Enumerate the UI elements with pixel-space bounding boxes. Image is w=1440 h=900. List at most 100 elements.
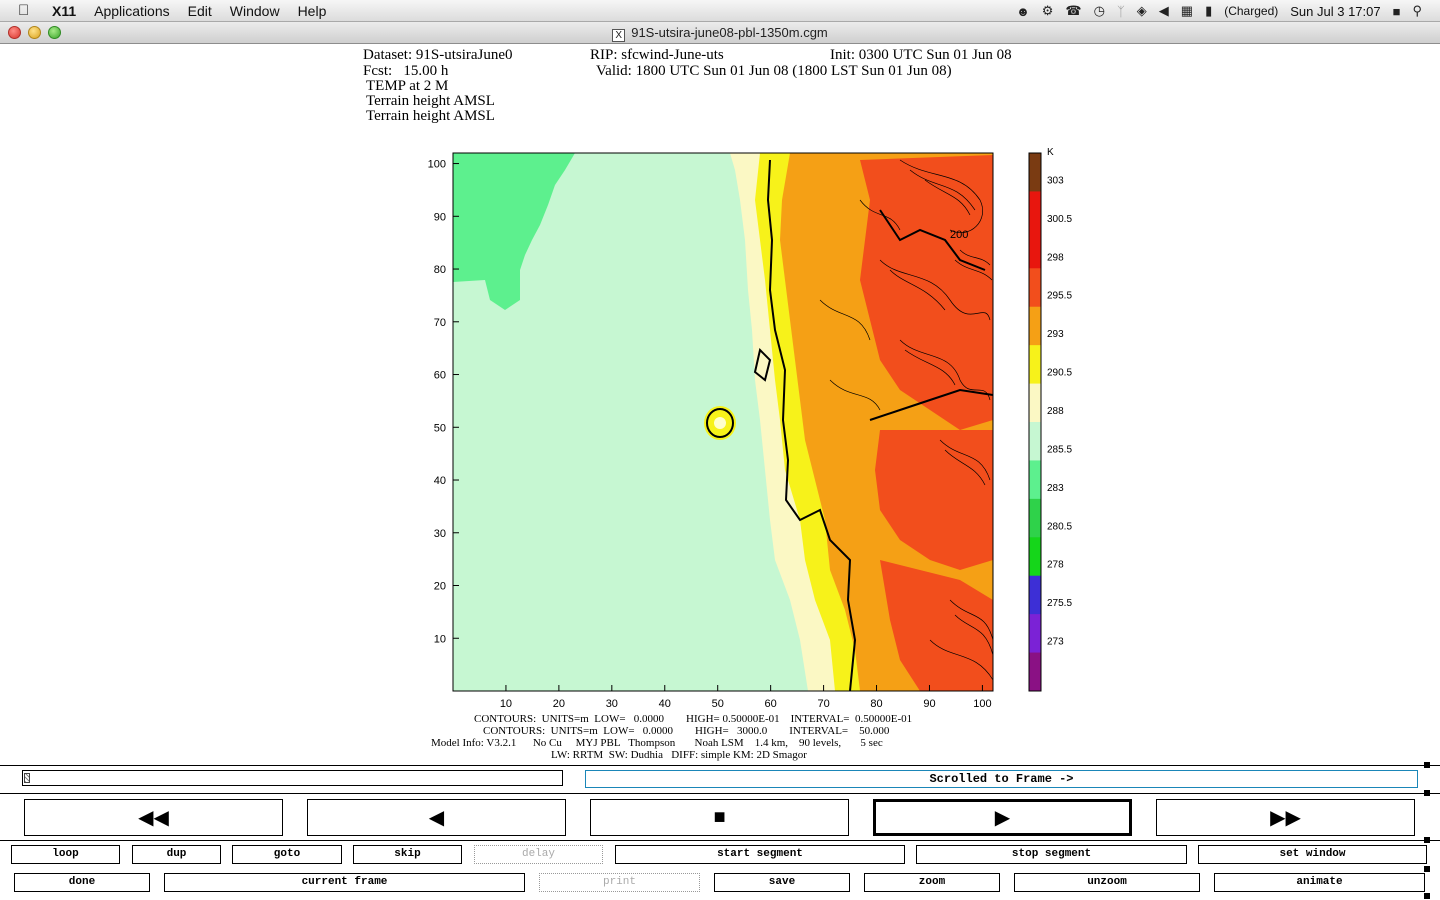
fast-forward-icon: ▶▶	[1270, 807, 1301, 829]
stop-segment-button[interactable]: stop segment	[916, 845, 1187, 864]
x-tick-label: 10	[500, 698, 512, 710]
apple-menu-icon[interactable]: 	[18, 2, 36, 19]
wifi-icon[interactable]: ◈	[1137, 3, 1147, 19]
clock[interactable]: Sun Jul 3 17:07	[1290, 4, 1380, 19]
y-tick-label: 90	[434, 211, 446, 223]
colorbar-tick-label: 280.5	[1047, 521, 1072, 532]
stop-icon: ■	[713, 806, 726, 828]
footer-physics: LW: RRTM SW: Dudhia DIFF: simple KM: 2D …	[551, 749, 807, 761]
colorbar-tick-label: 298	[1047, 252, 1064, 263]
unzoom-button[interactable]: unzoom	[1014, 873, 1200, 892]
calendar-icon[interactable]: ▦	[1181, 3, 1193, 19]
spotlight-search-icon[interactable]: ⚲	[1412, 3, 1422, 19]
contour-label: 200	[950, 229, 968, 241]
resize-handle[interactable]	[1424, 790, 1430, 796]
print-button[interactable]: print	[539, 873, 700, 892]
divider-2	[0, 793, 1440, 794]
y-tick-label: 80	[434, 264, 446, 276]
divider-3	[0, 840, 1440, 841]
colorbar-swatch	[1029, 614, 1041, 654]
stop-button[interactable]: ■	[590, 799, 849, 836]
menu-applications[interactable]: Applications	[94, 3, 170, 19]
x-tick-label: 60	[765, 698, 777, 710]
step-back-button[interactable]: ◀	[307, 799, 566, 836]
x-tick-label: 80	[870, 698, 882, 710]
colorbar-swatch	[1029, 229, 1041, 269]
delay-button[interactable]: delay	[474, 845, 603, 864]
temperature-map-plot: 200 10 20 30 40 50 60 70 80 90 100 10 20 30 40 50 60 70…	[428, 147, 1073, 710]
menu-edit[interactable]: Edit	[188, 3, 212, 19]
menu-window[interactable]: Window	[230, 3, 280, 19]
y-tick-label: 10	[434, 633, 446, 645]
y-tick-label: 40	[434, 475, 446, 487]
alien-icon[interactable]: ☻	[1016, 4, 1030, 19]
map-field: 200	[453, 153, 993, 691]
menubar:  X11 Applications Edit Window Help ☻ ⚙ …	[0, 0, 1440, 22]
fast-backward-icon: ◀◀	[138, 807, 169, 829]
y-tick-label: 100	[428, 159, 446, 171]
x-tick-label: 90	[923, 698, 935, 710]
fast-forward-button[interactable]: ▶▶	[1156, 799, 1415, 836]
volume-icon[interactable]: ◀	[1159, 3, 1169, 19]
colorbar-tick-label: 303	[1047, 175, 1064, 186]
colorbar-tick-label: 283	[1047, 483, 1064, 494]
footer-model-info: Model Info: V3.2.1 No Cu MYJ PBL Thompso…	[431, 737, 883, 749]
time-machine-icon[interactable]: ◷	[1094, 3, 1105, 19]
battery-icon[interactable]: ▮	[1205, 3, 1212, 19]
window-title: X 91S-utsira-june08-pbl-1350m.cgm	[0, 25, 1440, 42]
play-button[interactable]: ▶	[873, 799, 1132, 836]
colorbar-tick-label: 293	[1047, 329, 1064, 340]
user-icon[interactable]: ■	[1393, 4, 1401, 19]
animate-button[interactable]: animate	[1214, 873, 1425, 892]
rewind-button[interactable]: ◀◀	[24, 799, 283, 836]
goto-button[interactable]: goto	[232, 845, 342, 864]
colorbar: 303 300.5 298 295.5 293 290.5 288 285.5 283 280.5…	[1028, 152, 1072, 692]
scrollbar-thumb[interactable]	[24, 773, 30, 783]
resize-handle[interactable]	[1424, 893, 1430, 899]
status-field: Scrolled to Frame ->	[585, 770, 1418, 788]
colorbar-tick-label: 278	[1047, 560, 1064, 571]
antenna-icon[interactable]: ⚙	[1042, 3, 1054, 19]
colorbar-tick-label: 275.5	[1047, 598, 1072, 609]
set-window-button[interactable]: set window	[1198, 845, 1427, 864]
resize-handle[interactable]	[1424, 762, 1430, 768]
divider-1	[0, 765, 1440, 766]
resize-handle[interactable]	[1424, 837, 1430, 843]
skip-button[interactable]: skip	[353, 845, 462, 864]
colorbar-tick-label: 285.5	[1047, 444, 1072, 455]
colorbar-swatch	[1029, 153, 1041, 192]
x-tick-label: 50	[712, 698, 724, 710]
start-segment-button[interactable]: start segment	[615, 845, 905, 864]
current-frame-button[interactable]: current frame	[164, 873, 525, 892]
y-tick-label: 70	[434, 317, 446, 329]
x11-icon: X	[612, 29, 626, 42]
window-titlebar[interactable]: X 91S-utsira-june08-pbl-1350m.cgm	[0, 22, 1440, 44]
footer-contours-1: CONTOURS: UNITS=m LOW= 0.0000 HIGH= 0.50…	[474, 713, 913, 725]
frame-scrollbar[interactable]	[22, 770, 563, 786]
resize-handle[interactable]	[1424, 866, 1430, 872]
save-button[interactable]: save	[714, 873, 850, 892]
done-button[interactable]: done	[14, 873, 150, 892]
loop-button[interactable]: loop	[11, 845, 120, 864]
colorbar-tick-label: 295.5	[1047, 291, 1072, 302]
menu-app-name[interactable]: X11	[52, 3, 76, 19]
colorbar-tick-label: 273	[1047, 637, 1064, 648]
y-tick-label: 30	[434, 528, 446, 540]
y-tick-label: 50	[434, 422, 446, 434]
battery-status: (Charged)	[1224, 4, 1279, 18]
x-tick-label: 20	[553, 698, 565, 710]
y-tick-label: 60	[434, 370, 446, 382]
colorbar-swatch	[1029, 345, 1041, 385]
colorbar-swatch	[1029, 537, 1041, 577]
zoom-button[interactable]: zoom	[864, 873, 1000, 892]
phone-icon[interactable]: ☎	[1065, 3, 1081, 19]
bluetooth-icon[interactable]: ᛉ	[1117, 4, 1125, 19]
colorbar-swatch	[1029, 498, 1041, 538]
dup-button[interactable]: dup	[132, 845, 221, 864]
colorbar-swatch	[1029, 191, 1041, 231]
footer-contours-2: CONTOURS: UNITS=m LOW= 0.0000 HIGH= 3000…	[483, 725, 890, 737]
colorbar-swatch	[1029, 460, 1041, 500]
colorbar-swatch	[1029, 383, 1041, 423]
menu-help[interactable]: Help	[298, 3, 327, 19]
play-icon: ▶	[994, 807, 1011, 829]
